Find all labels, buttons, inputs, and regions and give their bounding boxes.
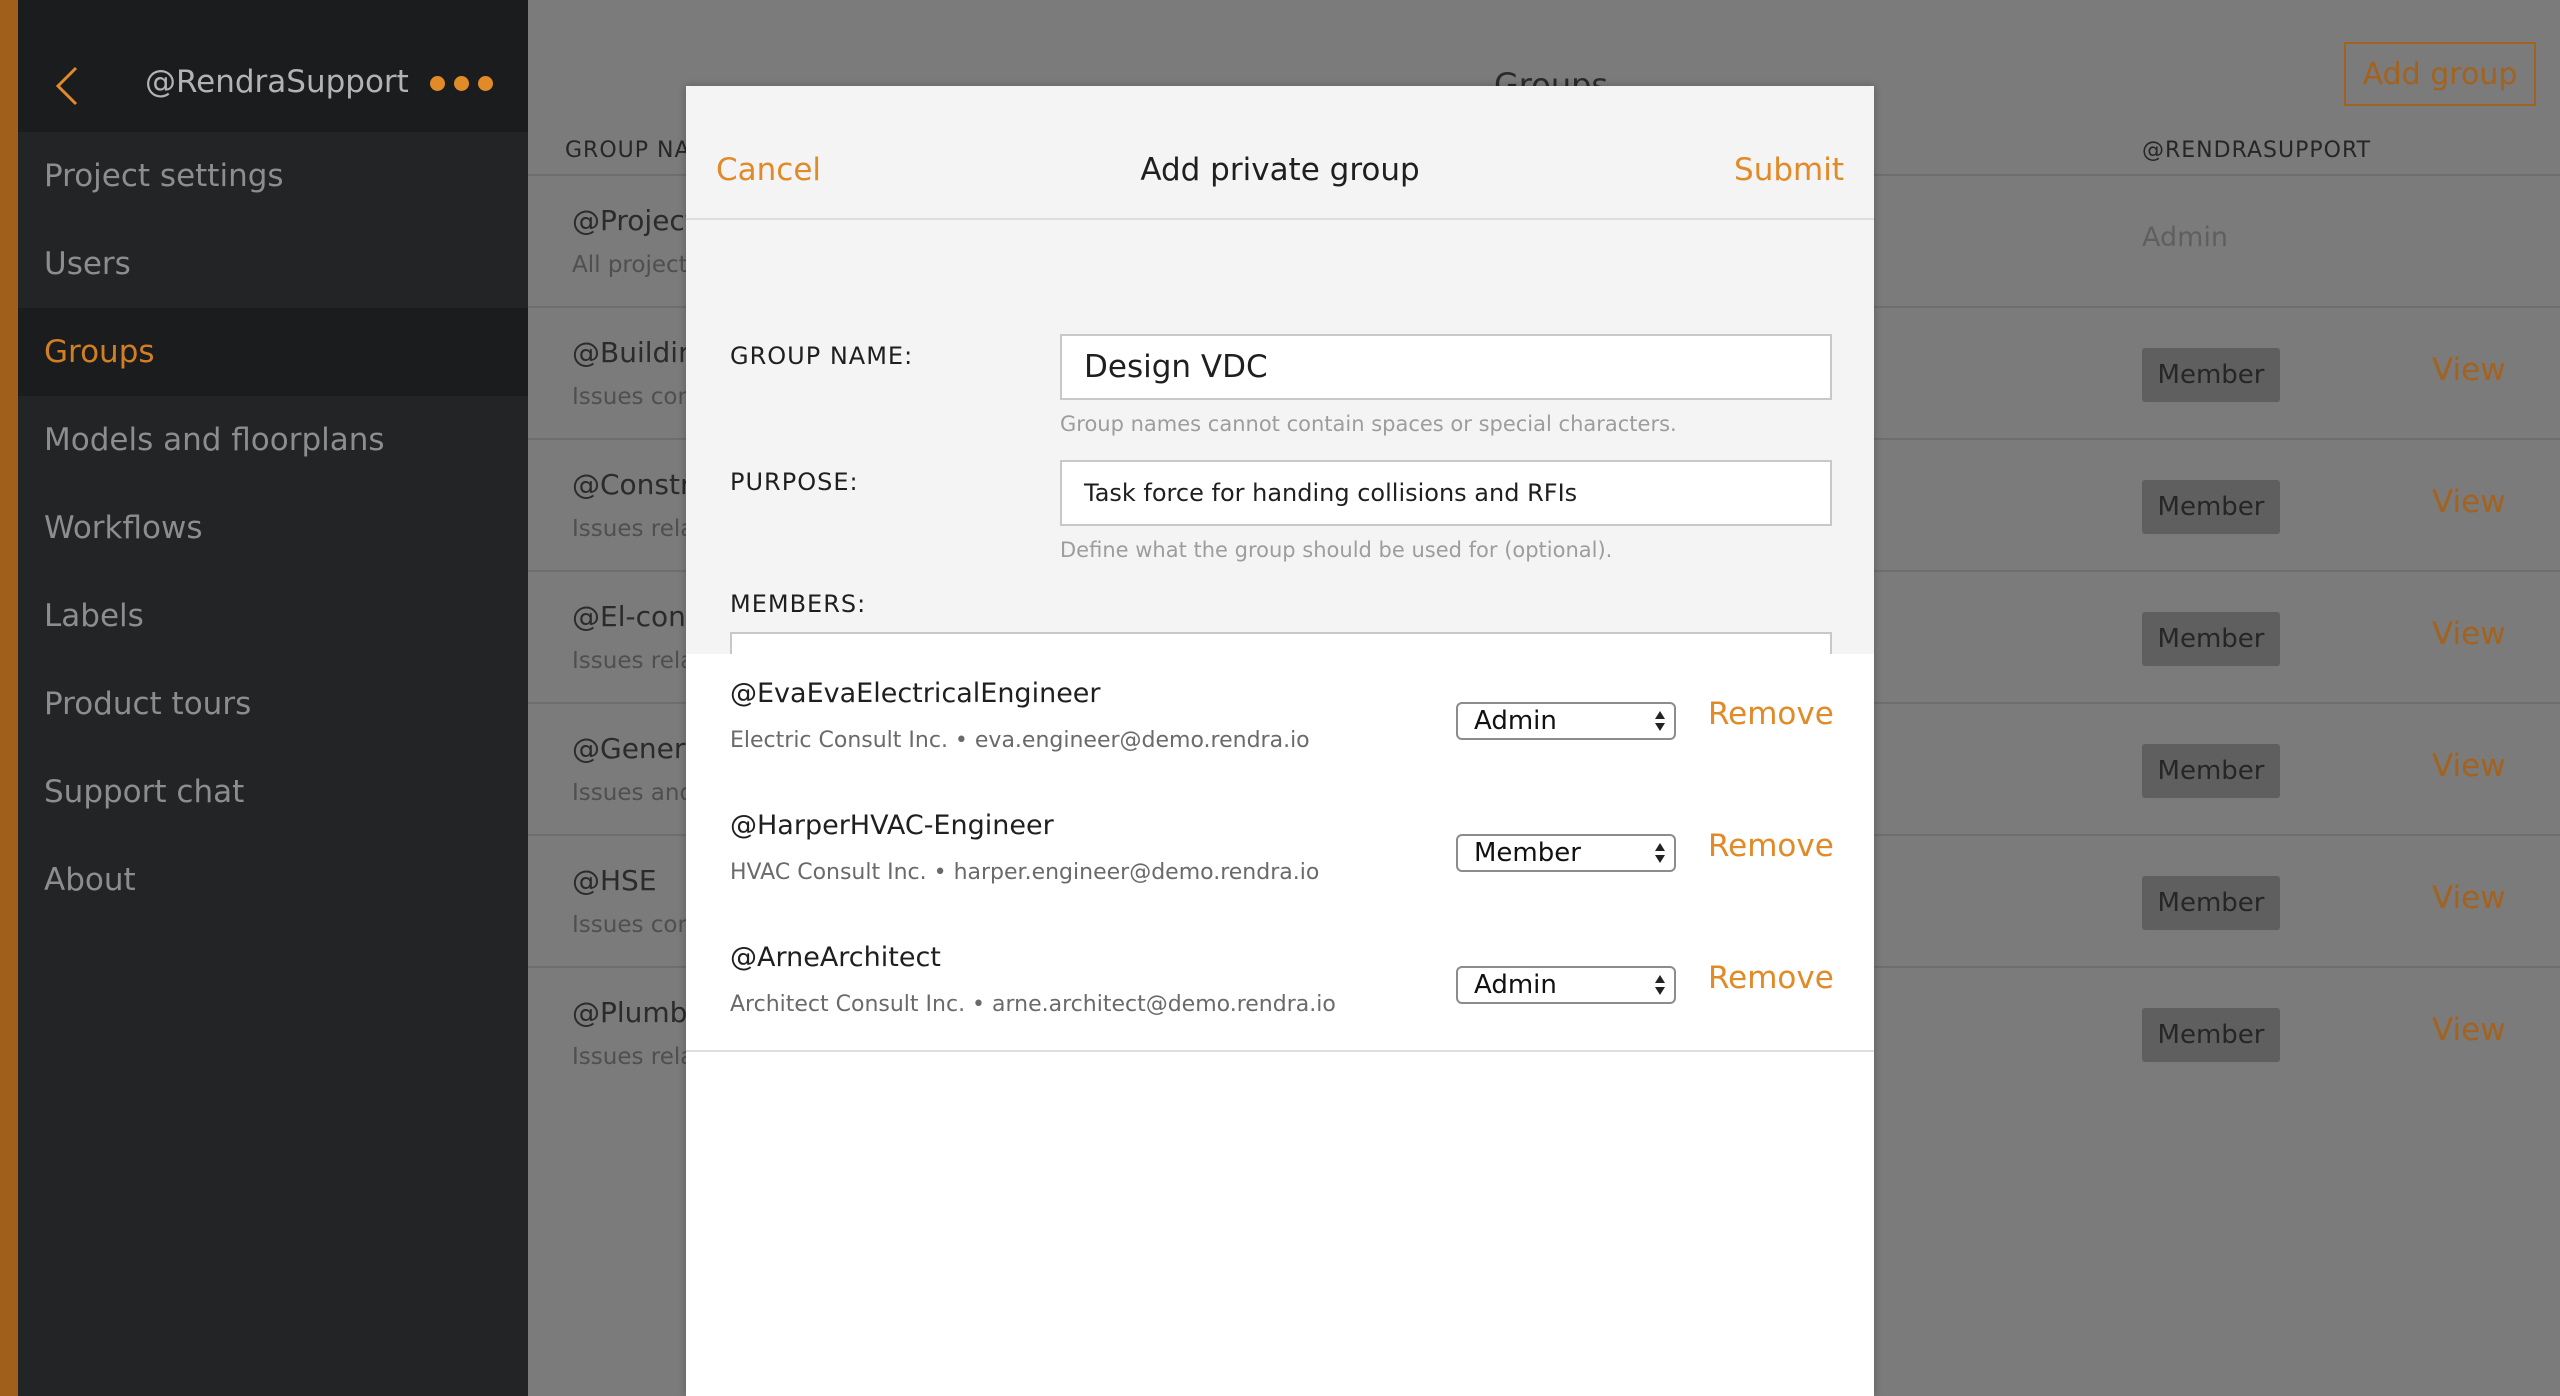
group-form: GROUP NAME: Design VDC Group names canno… bbox=[686, 220, 1874, 698]
window-edge bbox=[0, 0, 18, 1396]
add-private-group-dialog: Cancel Add private group Submit GROUP NA… bbox=[686, 86, 1874, 1396]
sidebar-item-workflows[interactable]: Workflows bbox=[18, 484, 528, 572]
view-link[interactable]: View bbox=[2432, 1012, 2506, 1048]
group-description: Issues conc bbox=[572, 912, 705, 938]
role-badge: Member bbox=[2142, 744, 2280, 798]
view-link[interactable]: View bbox=[2432, 352, 2506, 388]
group-description: Issues relat bbox=[572, 1044, 704, 1070]
dialog-header: Cancel Add private group Submit bbox=[686, 86, 1874, 220]
sidebar-nav: Project settings Users Groups Models and fl… bbox=[18, 132, 528, 924]
role-select-value: Member bbox=[1474, 838, 1581, 868]
view-link[interactable]: View bbox=[2432, 484, 2506, 520]
sidebar-header: @RendraSupport bbox=[18, 0, 528, 132]
role-select-value: Admin bbox=[1474, 706, 1557, 736]
member-details: Electric Consult Inc. • eva.engineer@dem… bbox=[730, 728, 1310, 753]
sidebar-item-groups[interactable]: Groups bbox=[18, 308, 528, 396]
remove-member-button[interactable]: Remove bbox=[1708, 828, 1834, 864]
member-handle: @HarperHVAC-Engineer bbox=[730, 810, 1054, 841]
member-row: @EvaEvaElectricalEngineer Electric Consul… bbox=[686, 654, 1874, 788]
role-select[interactable]: Admin bbox=[1456, 702, 1676, 740]
group-description: All project r bbox=[572, 252, 705, 278]
view-link[interactable]: View bbox=[2432, 880, 2506, 916]
group-name-hint: Group names cannot contain spaces or spe… bbox=[1060, 412, 1677, 436]
add-group-button[interactable]: Add group bbox=[2344, 42, 2536, 106]
select-arrows-icon bbox=[1655, 975, 1665, 995]
role-badge: Member bbox=[2142, 612, 2280, 666]
group-description: Issues and bbox=[572, 780, 695, 806]
group-description: Issues relat bbox=[572, 516, 704, 542]
view-link[interactable]: View bbox=[2432, 748, 2506, 784]
more-dots-icon[interactable] bbox=[430, 76, 493, 91]
member-row: @ArneArchitect Architect Consult Inc. • a… bbox=[686, 918, 1874, 1052]
role-badge: Member bbox=[2142, 876, 2280, 930]
role-badge: Member bbox=[2142, 348, 2280, 402]
purpose-input[interactable]: Task force for handing collisions and RF… bbox=[1060, 460, 1832, 526]
column-header-group-name: GROUP NAI bbox=[565, 138, 699, 163]
sidebar-item-about[interactable]: About bbox=[18, 836, 528, 924]
member-details: HVAC Consult Inc. • harper.engineer@demo… bbox=[730, 860, 1320, 885]
role-select-value: Admin bbox=[1474, 970, 1557, 1000]
sidebar-item-project-settings[interactable]: Project settings bbox=[18, 132, 528, 220]
sidebar-item-support-chat[interactable]: Support chat bbox=[18, 748, 528, 836]
purpose-label: PURPOSE: bbox=[730, 468, 859, 496]
group-name: @HSE bbox=[572, 864, 657, 897]
dialog-title: Add private group bbox=[1140, 152, 1420, 188]
members-label: MEMBERS: bbox=[730, 590, 867, 618]
select-arrows-icon bbox=[1655, 843, 1665, 863]
select-arrows-icon bbox=[1655, 711, 1665, 731]
sidebar-item-models-and-floorplans[interactable]: Models and floorplans bbox=[18, 396, 528, 484]
group-name-input[interactable]: Design VDC bbox=[1060, 334, 1832, 400]
role-select[interactable]: Member bbox=[1456, 834, 1676, 872]
sidebar: @RendraSupport Project settings Users Grou… bbox=[18, 0, 528, 1396]
submit-button[interactable]: Submit bbox=[1734, 152, 1844, 188]
group-description: Issues conc bbox=[572, 384, 705, 410]
remove-member-button[interactable]: Remove bbox=[1708, 696, 1834, 732]
member-row: @HarperHVAC-Engineer HVAC Consult Inc. • … bbox=[686, 786, 1874, 920]
group-description: Issues relat bbox=[572, 648, 704, 674]
member-handle: @EvaEvaElectricalEngineer bbox=[730, 678, 1101, 709]
group-name-label: GROUP NAME: bbox=[730, 342, 914, 370]
remove-member-button[interactable]: Remove bbox=[1708, 960, 1834, 996]
sidebar-item-users[interactable]: Users bbox=[18, 220, 528, 308]
chevron-left-icon[interactable] bbox=[48, 64, 88, 108]
view-link[interactable]: View bbox=[2432, 616, 2506, 652]
member-handle: @ArneArchitect bbox=[730, 942, 941, 973]
sidebar-item-product-tours[interactable]: Product tours bbox=[18, 660, 528, 748]
purpose-hint: Define what the group should be used for… bbox=[1060, 538, 1613, 562]
role-badge: Member bbox=[2142, 1008, 2280, 1062]
sidebar-username: @RendraSupport bbox=[145, 64, 409, 100]
role-select[interactable]: Admin bbox=[1456, 966, 1676, 1004]
member-details: Architect Consult Inc. • arne.architect@… bbox=[730, 992, 1336, 1017]
group-name: @Project bbox=[572, 204, 696, 237]
role-badge: Member bbox=[2142, 480, 2280, 534]
role-text: Admin bbox=[2142, 222, 2229, 253]
sidebar-item-labels[interactable]: Labels bbox=[18, 572, 528, 660]
column-header-user: @RENDRASUPPORT bbox=[2142, 138, 2372, 163]
